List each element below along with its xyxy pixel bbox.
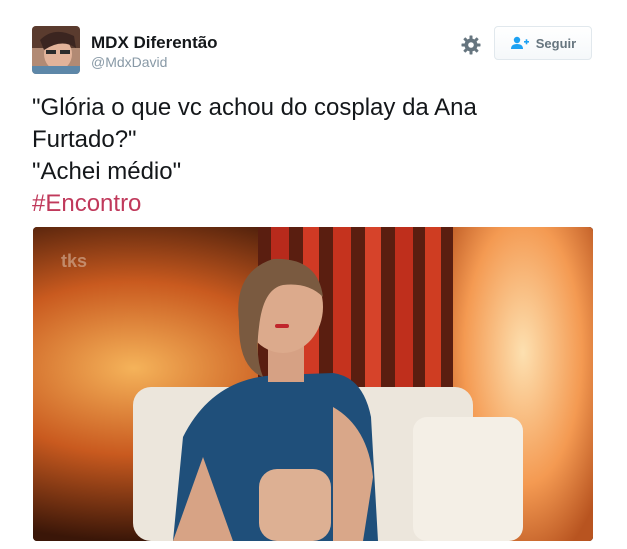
tweet-line: "Glória o que vc achou do cosplay da Ana xyxy=(32,94,477,121)
follow-button-label: Seguir xyxy=(535,35,577,51)
tweet-media-photo[interactable]: tks xyxy=(33,227,593,541)
gear-icon[interactable] xyxy=(461,35,481,55)
tweet-text: "Glória o que vc achou do cosplay da Ana… xyxy=(32,92,602,220)
follow-button[interactable]: Seguir xyxy=(494,26,592,60)
svg-text:tks: tks xyxy=(61,251,87,271)
photo-illustration: tks xyxy=(33,227,593,541)
user-handle[interactable]: @MdxDavid xyxy=(91,54,167,71)
avatar-image xyxy=(32,26,80,74)
tweet-line: Furtado?" xyxy=(32,126,137,153)
display-name[interactable]: MDX Diferentão xyxy=(91,33,218,53)
add-user-icon xyxy=(510,36,529,49)
hashtag-link[interactable]: #Encontro xyxy=(32,188,602,220)
tweet-line: "Achei médio" xyxy=(32,158,182,185)
avatar[interactable] xyxy=(32,26,80,74)
